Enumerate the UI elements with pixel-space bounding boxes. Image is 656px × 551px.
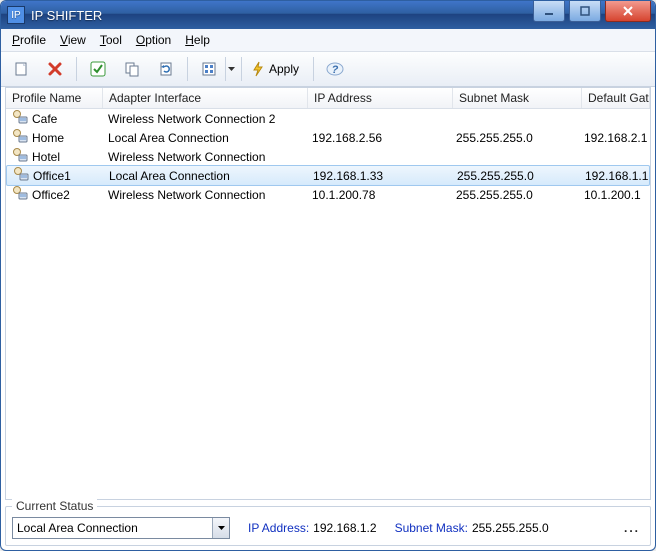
toolbar-separator — [187, 57, 188, 81]
titlebar: IP IP SHIFTER — [1, 1, 655, 29]
adapter-combo-button[interactable] — [212, 518, 229, 538]
cell-name: Office2 — [6, 185, 102, 204]
col-header-adapter[interactable]: Adapter Interface — [103, 88, 308, 108]
cell-mask: 255.255.255.0 — [451, 169, 579, 183]
view-mode-dropdown[interactable] — [225, 57, 236, 81]
copy-button[interactable] — [116, 56, 148, 82]
profile-icon — [12, 185, 28, 204]
listview-body: Cafe Wireless Network Connection 2 Home Loc… — [6, 109, 650, 499]
delete-profile-button[interactable] — [39, 56, 71, 82]
profile-icon — [12, 147, 28, 166]
cell-adapter: Wireless Network Connection — [102, 188, 306, 202]
cell-name: Home — [6, 128, 102, 147]
help-button[interactable]: ? — [319, 56, 351, 82]
window-title: IP SHIFTER — [31, 8, 531, 23]
status-ip-value: 192.168.1.2 — [313, 521, 376, 535]
status-mask-label: Subnet Mask: — [395, 521, 468, 535]
profile-name: Home — [32, 131, 64, 145]
status-mask-value: 255.255.255.0 — [472, 521, 549, 535]
status-ip: IP Address: 192.168.1.2 — [248, 521, 377, 535]
menu-option[interactable]: Option — [129, 32, 178, 48]
cell-adapter: Wireless Network Connection 2 — [102, 112, 306, 126]
window-buttons — [531, 1, 655, 29]
cell-gw: 192.168.1.1 — [579, 169, 649, 183]
status-more-button[interactable]: ... — [620, 521, 644, 535]
col-header-ip[interactable]: IP Address — [308, 88, 453, 108]
cell-mask: 255.255.255.0 — [450, 131, 578, 145]
apply-button[interactable]: Apply — [247, 56, 308, 82]
toolbar-separator — [241, 57, 242, 81]
table-row[interactable]: Office1 Local Area Connection192.168.1.33… — [6, 165, 650, 186]
cell-adapter: Local Area Connection — [103, 169, 307, 183]
view-mode-button[interactable] — [193, 56, 225, 82]
menu-profile[interactable]: Profile — [5, 32, 53, 48]
cell-name: Office1 — [7, 166, 103, 185]
app-window: IP IP SHIFTER Profile View Tool Option H… — [0, 0, 656, 551]
profile-name: Office2 — [32, 188, 70, 202]
close-button[interactable] — [605, 1, 651, 22]
cell-gw: 192.168.2.1 — [578, 131, 650, 145]
cell-adapter: Wireless Network Connection — [102, 150, 306, 164]
maximize-button[interactable] — [569, 1, 601, 22]
check-button[interactable] — [82, 56, 114, 82]
status-mask: Subnet Mask: 255.255.255.0 — [395, 521, 549, 535]
cell-ip: 192.168.1.33 — [307, 169, 451, 183]
cell-name: Cafe — [6, 109, 102, 128]
adapter-combo-value: Local Area Connection — [13, 521, 212, 535]
col-header-name[interactable]: Profile Name — [6, 88, 103, 108]
cell-mask: 255.255.255.0 — [450, 188, 578, 202]
status-ip-label: IP Address: — [248, 521, 309, 535]
cell-adapter: Local Area Connection — [102, 131, 306, 145]
refresh-button[interactable] — [150, 56, 182, 82]
status-legend: Current Status — [12, 499, 97, 513]
menu-view[interactable]: View — [53, 32, 93, 48]
col-header-mask[interactable]: Subnet Mask — [453, 88, 582, 108]
cell-ip: 10.1.200.78 — [306, 188, 450, 202]
profile-icon — [12, 109, 28, 128]
listview-header: Profile Name Adapter Interface IP Addres… — [6, 88, 650, 109]
table-row[interactable]: Hotel Wireless Network Connection — [6, 147, 650, 166]
toolbar-separator — [76, 57, 77, 81]
status-group: Current Status Local Area Connection IP … — [5, 506, 651, 546]
profiles-listview[interactable]: Profile Name Adapter Interface IP Addres… — [5, 87, 651, 500]
cell-ip: 192.168.2.56 — [306, 131, 450, 145]
chevron-down-icon — [218, 526, 225, 530]
adapter-combo[interactable]: Local Area Connection — [12, 517, 230, 539]
table-row[interactable]: Home Local Area Connection192.168.2.56255… — [6, 128, 650, 147]
cell-gw: 10.1.200.1 — [578, 188, 650, 202]
apply-label: Apply — [269, 62, 299, 76]
col-header-gw[interactable]: Default Gateway — [582, 88, 650, 108]
cell-name: Hotel — [6, 147, 102, 166]
toolbar-separator — [313, 57, 314, 81]
table-row[interactable]: Office2Wireless Network Connection10.1.2… — [6, 185, 650, 204]
new-profile-button[interactable] — [5, 56, 37, 82]
toolbar: Apply ? — [1, 52, 655, 87]
lightning-icon — [251, 61, 265, 77]
minimize-button[interactable] — [533, 1, 565, 22]
content-area: Profile Name Adapter Interface IP Addres… — [1, 87, 655, 550]
menu-bar: Profile View Tool Option Help — [1, 29, 655, 52]
table-row[interactable]: Cafe Wireless Network Connection 2 — [6, 109, 650, 128]
menu-help[interactable]: Help — [178, 32, 217, 48]
menu-tool[interactable]: Tool — [93, 32, 129, 48]
profile-name: Cafe — [32, 112, 57, 126]
svg-text:?: ? — [332, 64, 339, 76]
profile-name: Hotel — [32, 150, 60, 164]
app-icon: IP — [7, 6, 25, 24]
profile-name: Office1 — [33, 169, 71, 183]
profile-icon — [12, 128, 28, 147]
profile-icon — [13, 166, 29, 185]
